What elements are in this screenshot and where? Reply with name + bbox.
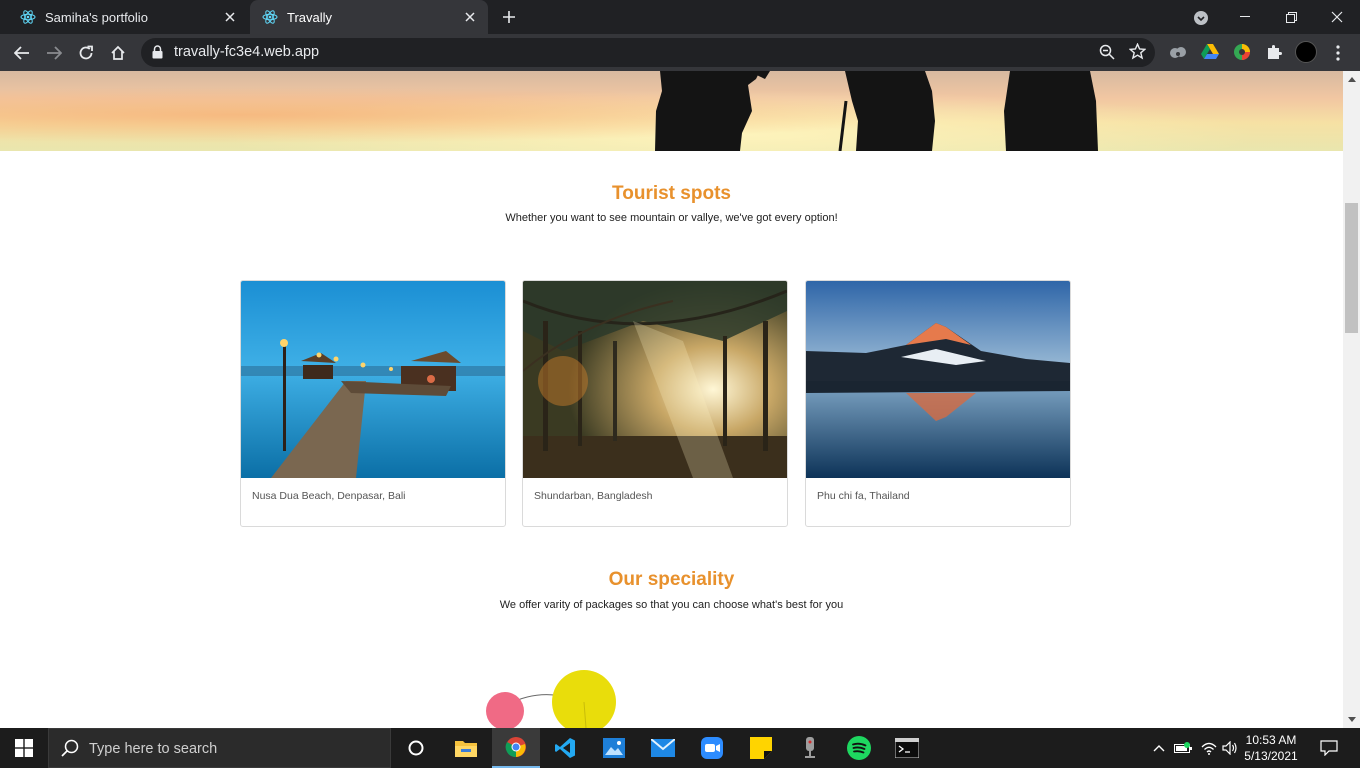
close-window-button[interactable] xyxy=(1314,0,1360,34)
notifications-icon[interactable] xyxy=(1314,728,1344,768)
close-tab-icon[interactable] xyxy=(220,7,240,27)
vscode-icon[interactable] xyxy=(541,728,589,768)
scrollbar-thumb[interactable] xyxy=(1345,203,1358,333)
windows-start-button[interactable] xyxy=(0,728,48,768)
mountain-lake-image xyxy=(806,281,1070,478)
show-hidden-icons-chevron[interactable] xyxy=(1150,728,1168,768)
hikers-silhouette xyxy=(655,71,1098,151)
tab-title: Samiha's portfolio xyxy=(45,9,148,25)
photos-icon[interactable] xyxy=(590,728,638,768)
cloud-extension-icon[interactable] xyxy=(1168,42,1188,62)
bookmark-star-icon[interactable] xyxy=(1128,42,1147,65)
forest-image xyxy=(523,281,787,478)
react-icon xyxy=(262,9,278,25)
file-explorer-icon[interactable] xyxy=(442,728,490,768)
tab-title: Travally xyxy=(287,9,333,25)
browser-toolbar: travally-fc3e4.web.app xyxy=(0,34,1360,71)
chrome-taskbar-icon[interactable] xyxy=(492,728,540,768)
sticky-notes-icon[interactable] xyxy=(737,728,785,768)
terminal-icon[interactable] xyxy=(883,728,931,768)
profile-avatar[interactable] xyxy=(1295,41,1317,63)
tourist-spots-subtitle: Whether you want to see mountain or vall… xyxy=(505,212,838,224)
react-icon xyxy=(20,9,36,25)
mail-icon[interactable] xyxy=(639,728,687,768)
clock-time: 10:53 AM xyxy=(1245,733,1297,747)
home-button[interactable] xyxy=(105,40,131,66)
lock-icon xyxy=(152,45,163,64)
card-caption: Shundarban, Bangladesh xyxy=(534,490,653,502)
voice-recorder-icon[interactable] xyxy=(786,728,834,768)
hero-banner-image xyxy=(0,71,1343,151)
more-menu-icon[interactable] xyxy=(1330,42,1346,64)
close-tab-icon[interactable] xyxy=(460,7,480,27)
search-placeholder: Type here to search xyxy=(89,741,218,757)
tab-samihas-portfolio[interactable]: Samiha's portfolio xyxy=(8,0,248,34)
spotify-icon[interactable] xyxy=(835,728,883,768)
color-extension-icon[interactable] xyxy=(1232,42,1252,62)
forward-button[interactable] xyxy=(41,40,67,66)
tourist-card[interactable]: Nusa Dua Beach, Denpasar, Bali xyxy=(240,280,506,527)
clock-date: 5/13/2021 xyxy=(1244,749,1298,763)
minimize-button[interactable] xyxy=(1222,0,1268,34)
card-caption: Nusa Dua Beach, Denpasar, Bali xyxy=(252,490,406,502)
our-speciality-subtitle: We offer varity of packages so that you … xyxy=(499,599,844,611)
restore-button[interactable] xyxy=(1268,0,1314,34)
battery-icon[interactable] xyxy=(1172,728,1194,768)
extensions-puzzle-icon[interactable] xyxy=(1264,42,1284,62)
card-caption: Phu chi fa, Thailand xyxy=(817,490,910,502)
tab-travally[interactable]: Travally xyxy=(250,0,488,34)
our-speciality-heading: Our speciality xyxy=(608,569,735,590)
url-text: travally-fc3e4.web.app xyxy=(174,44,320,60)
tourist-spots-heading: Tourist spots xyxy=(612,183,731,204)
system-clock[interactable]: 10:53 AM 5/13/2021 xyxy=(1240,732,1302,764)
cortana-icon[interactable] xyxy=(392,728,440,768)
wifi-icon[interactable] xyxy=(1198,728,1220,768)
page-scrollbar[interactable] xyxy=(1343,71,1360,728)
beach-pier-image xyxy=(241,281,505,478)
google-drive-icon[interactable] xyxy=(1200,42,1220,62)
volume-icon[interactable] xyxy=(1220,728,1240,768)
tourist-card[interactable]: Phu chi fa, Thailand xyxy=(805,280,1071,527)
tab-search-icon[interactable] xyxy=(1190,7,1212,29)
scroll-down-arrow-icon[interactable] xyxy=(1343,711,1360,728)
scroll-up-arrow-icon[interactable] xyxy=(1343,71,1360,88)
reload-button[interactable] xyxy=(73,40,99,66)
back-button[interactable] xyxy=(9,40,35,66)
page-viewport: Tourist spots Whether you want to see mo… xyxy=(0,71,1343,728)
taskbar-search-box[interactable]: Type here to search xyxy=(48,728,391,768)
search-icon xyxy=(61,739,79,762)
windows-taskbar: Type here to search 10:53 AM 5/13/2021 xyxy=(0,728,1360,768)
browser-tab-strip: Samiha's portfolio Travally xyxy=(0,0,1360,34)
decorative-bubbles xyxy=(486,670,616,728)
new-tab-button[interactable] xyxy=(498,7,520,27)
address-bar[interactable]: travally-fc3e4.web.app xyxy=(141,38,1155,67)
tourist-card[interactable]: Shundarban, Bangladesh xyxy=(522,280,788,527)
zoom-app-icon[interactable] xyxy=(688,728,736,768)
zoom-icon[interactable] xyxy=(1099,44,1115,65)
